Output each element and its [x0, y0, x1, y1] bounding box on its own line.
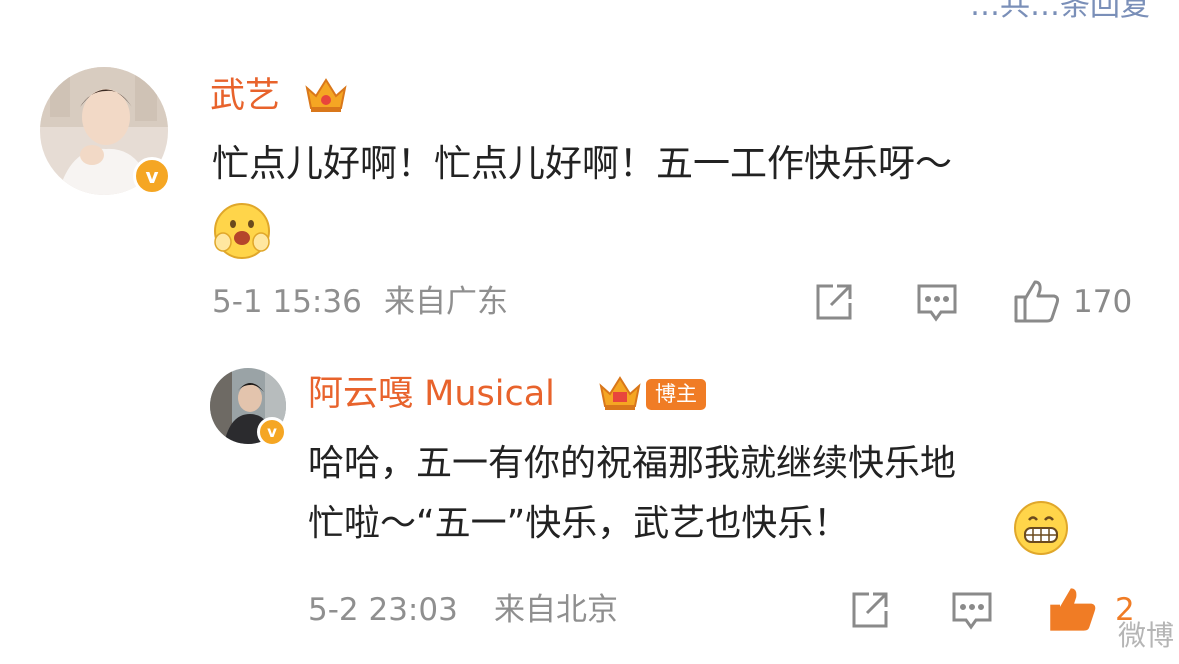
like-count: 170 — [1073, 284, 1133, 320]
replier-name[interactable]: 阿云嘎 Musical — [308, 372, 555, 416]
reply-share-icon[interactable] — [849, 589, 891, 635]
reply-text-line2: 忙啦～“五一”快乐，武艺也快乐！ — [308, 503, 850, 544]
reply-text-line1: 哈哈，五一有你的祝福那我就继续快乐地 — [308, 443, 957, 484]
comment-time: 5-1 15:36 — [212, 284, 362, 320]
happy-blush-emoji-icon — [213, 202, 271, 264]
commenter-name[interactable]: 武艺 — [210, 74, 280, 118]
comment-text: 忙点儿好啊！忙点儿好啊！五一工作快乐呀～ — [212, 142, 952, 185]
crown-member-icon — [597, 372, 643, 418]
reply-location: 来自北京 — [494, 592, 618, 628]
comment-location: 来自广东 — [384, 284, 508, 320]
top-partial-text[interactable]: …共…条回复 — [970, 0, 1150, 24]
like-icon[interactable] — [1013, 278, 1061, 328]
reply-comment-icon[interactable] — [950, 589, 994, 637]
reply-liked-icon[interactable] — [1047, 584, 1099, 638]
replier-verified-badge-icon: v — [257, 417, 287, 447]
crown-icon — [303, 74, 349, 120]
watermark-text: 微博 — [1118, 619, 1175, 652]
reply-time: 5-2 23:03 — [308, 592, 458, 628]
reply-comment-icon[interactable] — [915, 281, 959, 329]
share-icon[interactable] — [813, 281, 855, 327]
verified-badge-icon: v — [133, 157, 171, 195]
blogger-badge: 博主 — [646, 379, 706, 410]
grin-emoji-icon — [1013, 500, 1069, 560]
